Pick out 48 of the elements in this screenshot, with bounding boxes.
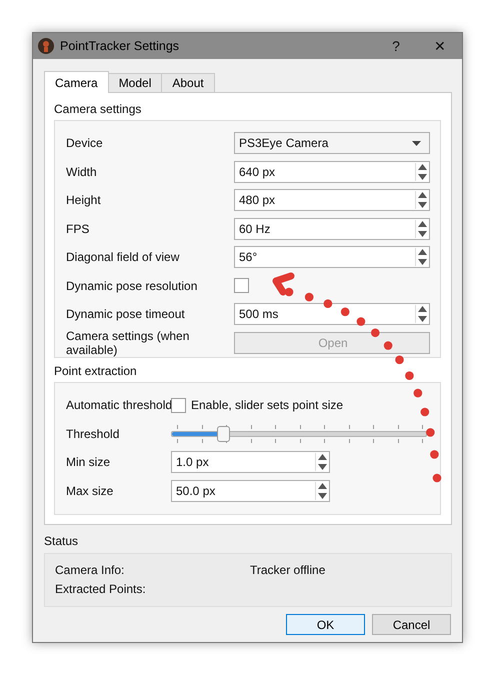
spin-arrows-icon bbox=[415, 191, 427, 210]
spin-box[interactable]: 50.0 px bbox=[171, 480, 330, 502]
spin-box[interactable]: 500 ms bbox=[234, 303, 430, 326]
spin-box[interactable]: 480 px bbox=[234, 189, 430, 212]
slider-handle[interactable] bbox=[216, 426, 230, 442]
spin-arrows-icon bbox=[415, 248, 427, 266]
spin-box[interactable]: 60 Hz bbox=[234, 218, 430, 240]
field-label: Max size bbox=[66, 484, 114, 498]
spin-arrows-icon bbox=[415, 305, 427, 324]
field-label: Camera settings (when available) bbox=[66, 328, 190, 357]
status-label: Camera Info: bbox=[55, 563, 126, 579]
spin-arrows-icon bbox=[315, 482, 327, 500]
tab[interactable]: Model bbox=[108, 73, 162, 92]
dropdown[interactable]: PS3Eye Camera bbox=[234, 132, 430, 154]
field-label: FPS bbox=[66, 222, 90, 236]
window-title: PointTracker Settings bbox=[60, 39, 180, 53]
group-title: Point extraction bbox=[54, 364, 138, 380]
checkbox-label: Enable, slider sets point size bbox=[191, 398, 344, 412]
dialog-button[interactable]: OK bbox=[286, 614, 365, 635]
status-label: Extracted Points: bbox=[55, 582, 147, 598]
status-value: Tracker offline bbox=[250, 563, 326, 579]
field-label: Device bbox=[66, 136, 104, 150]
field-label: Dynamic pose timeout bbox=[66, 307, 186, 322]
field-label: Automatic threshold bbox=[66, 398, 171, 412]
field-label: Diagonal field of view bbox=[66, 250, 180, 264]
spin-box[interactable]: 56° bbox=[234, 246, 430, 268]
help-button[interactable]: ? bbox=[374, 33, 418, 59]
app-icon bbox=[38, 38, 54, 54]
checkbox[interactable] bbox=[171, 398, 186, 413]
dialog-button[interactable]: Cancel bbox=[372, 614, 451, 635]
field-label: Width bbox=[66, 164, 98, 179]
tab[interactable]: About bbox=[161, 73, 215, 92]
field-label: Threshold bbox=[66, 426, 120, 441]
threshold-slider[interactable] bbox=[171, 424, 427, 443]
field-label: Dynamic pose resolution bbox=[66, 278, 198, 293]
field-label: Min size bbox=[66, 455, 112, 470]
checkbox[interactable] bbox=[234, 278, 249, 294]
dropdown-arrow-icon bbox=[412, 140, 421, 146]
field-label: Height bbox=[66, 193, 102, 208]
spin-arrows-icon bbox=[415, 162, 427, 181]
spin-box[interactable]: 640 px bbox=[234, 160, 430, 183]
group-title: Camera settings bbox=[54, 102, 142, 118]
spin-arrows-icon bbox=[315, 453, 327, 472]
spin-box[interactable]: 1.0 px bbox=[171, 451, 330, 474]
spin-arrows-icon bbox=[415, 220, 427, 238]
close-button[interactable]: ✕ bbox=[418, 33, 462, 59]
group-title: Status bbox=[44, 534, 80, 550]
tab[interactable]: Camera bbox=[44, 71, 109, 93]
